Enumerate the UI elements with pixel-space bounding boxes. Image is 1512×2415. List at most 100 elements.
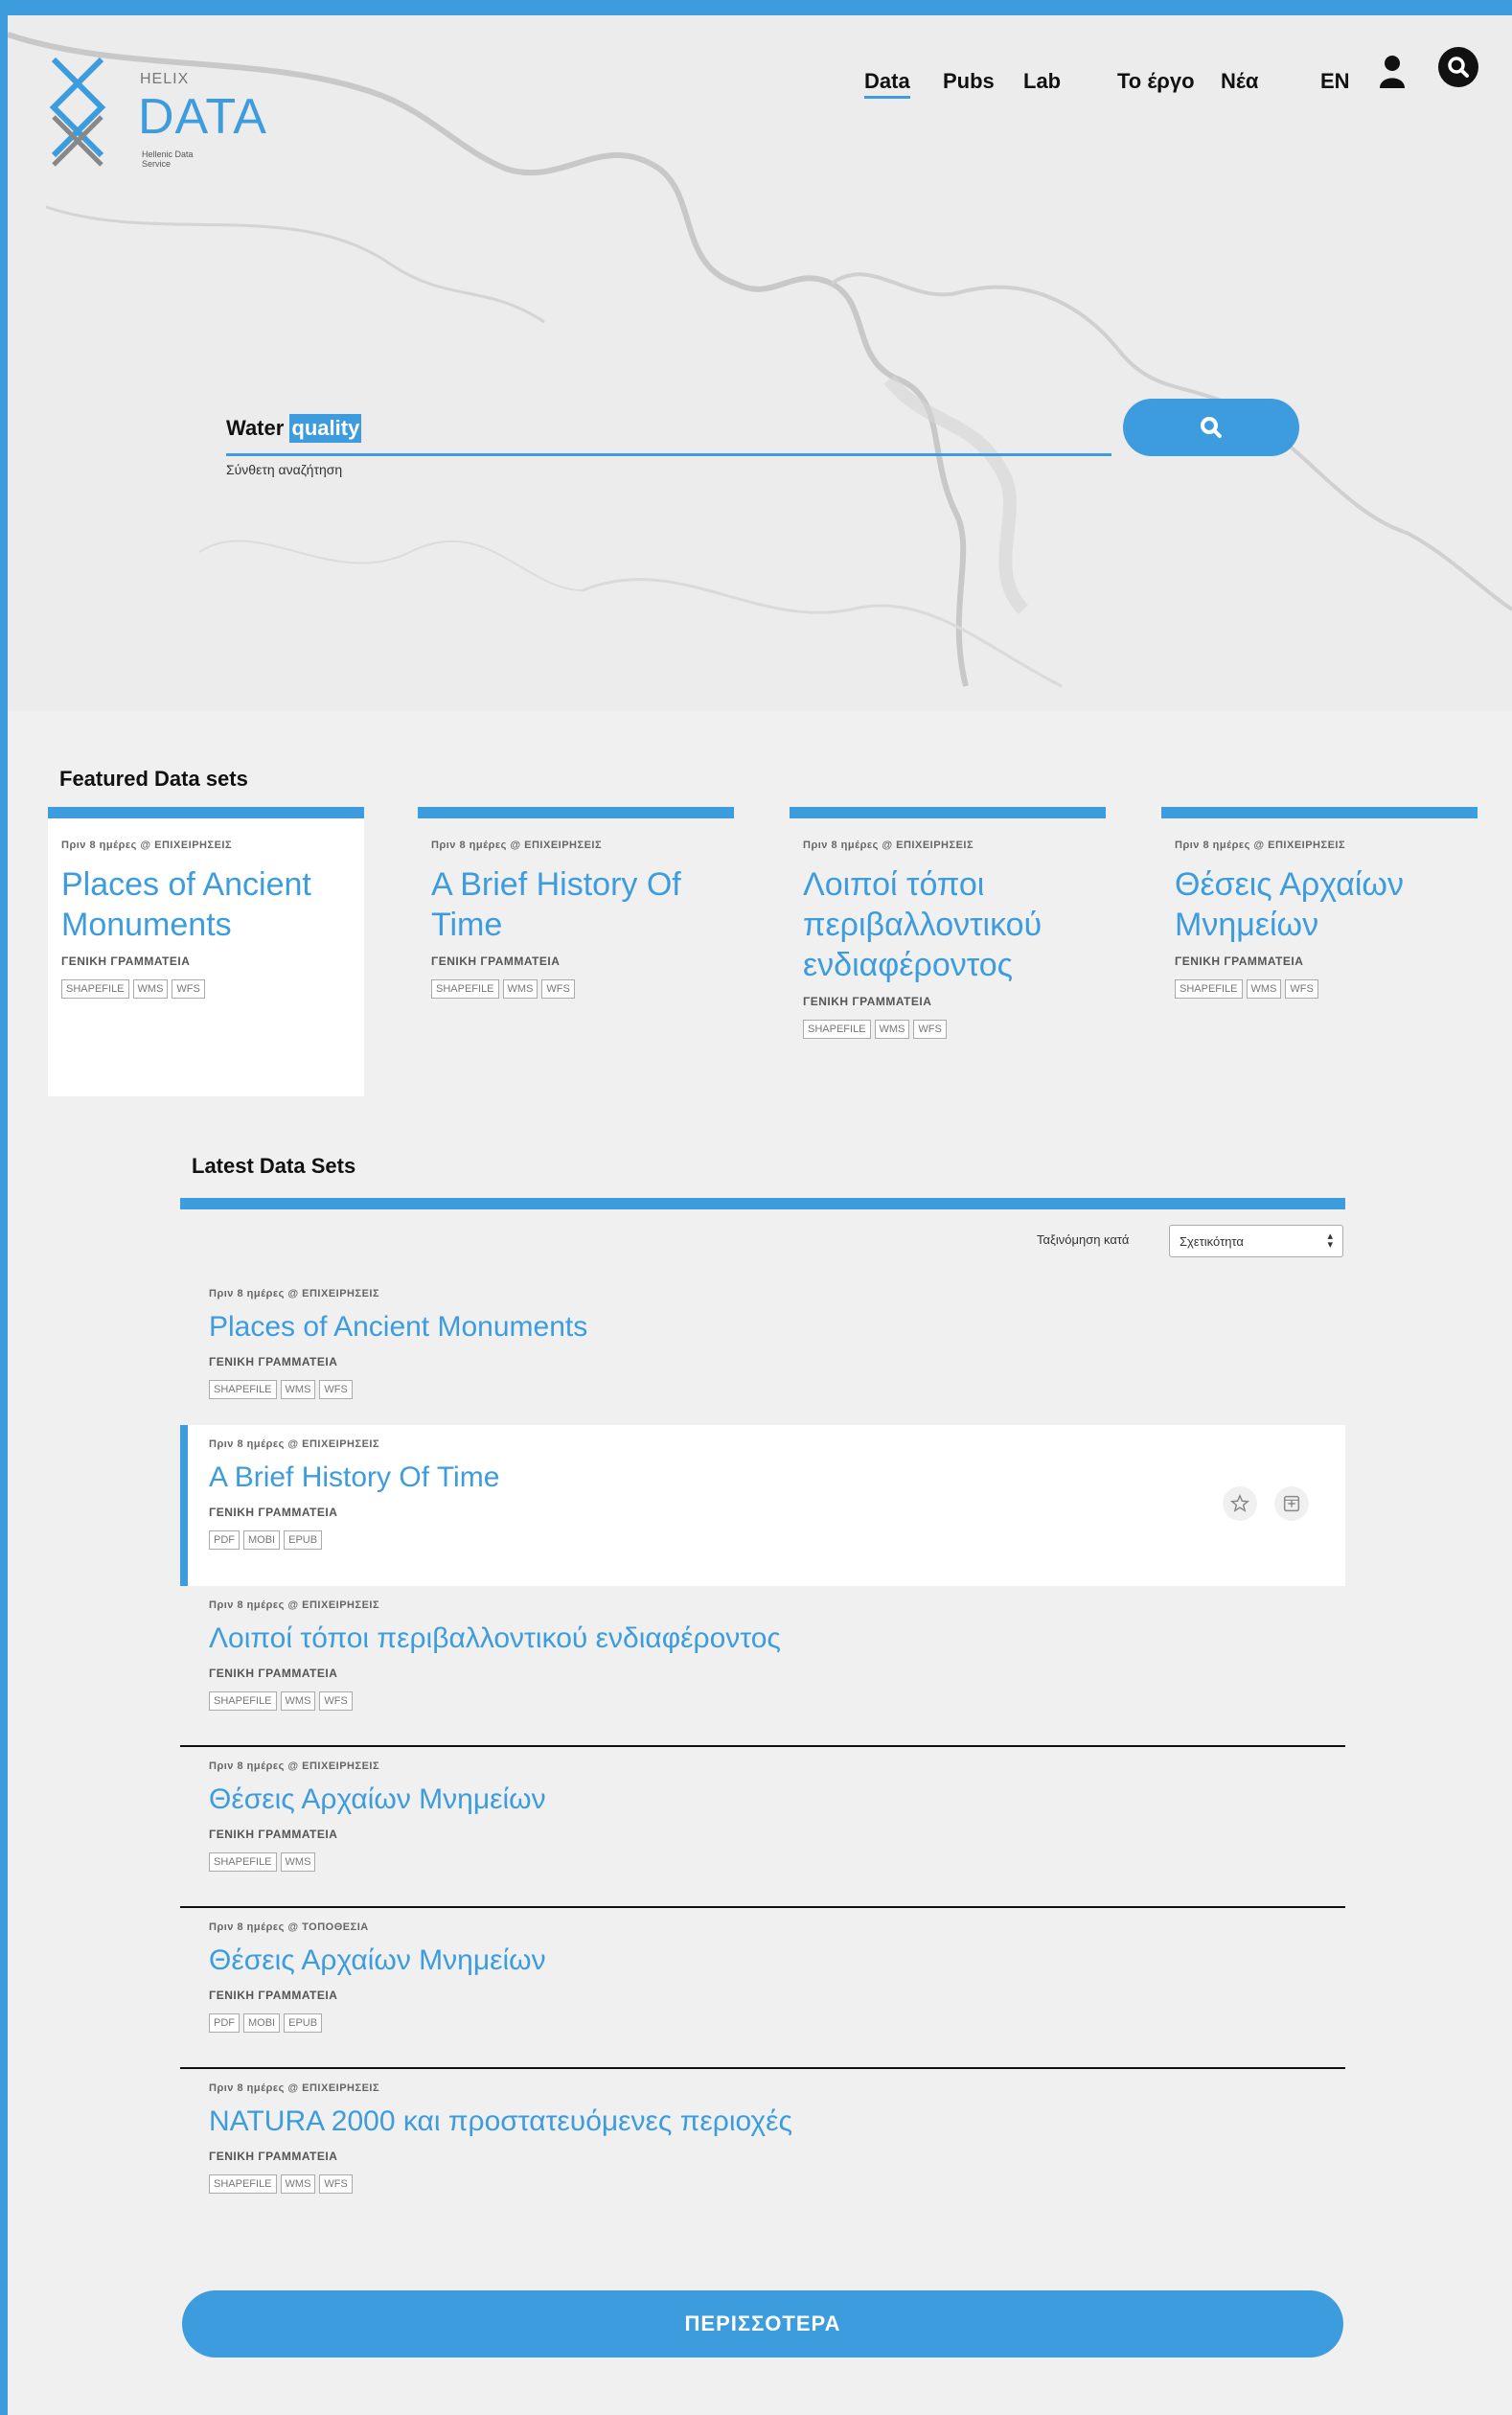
sort-label: Ταξινόμηση κατά <box>1037 1232 1130 1247</box>
format-tag: PDF <box>209 1530 240 1550</box>
nav-pubs[interactable]: Pubs <box>943 69 995 94</box>
more-button[interactable]: ΠΕΡΙΣΣΟΤΕΡΑ <box>182 2290 1343 2358</box>
card-org: ΓΕΝΙΚΗ ΓΡΑΜΜΑΤΕΙΑ <box>803 995 932 1008</box>
dataset-row[interactable]: Πριν 8 ημέρες @ ΤΟΠΟΘΕΣΙΑ Θέσεις Αρχαίων… <box>180 1908 1345 2069</box>
hero-map-banner: HELIX DATA Hellenic Data Service Data Pu… <box>8 15 1512 711</box>
card-meta: Πριν 8 ημέρες @ ΕΠΙΧΕΙΡΗΣΕΙΣ <box>431 840 603 851</box>
row-meta: Πριν 8 ημέρες @ ΕΠΙΧΕΙΡΗΣΕΙΣ <box>209 1599 380 1611</box>
card-org: ΓΕΝΙΚΗ ΓΡΑΜΜΑΤΕΙΑ <box>1175 954 1304 968</box>
row-title[interactable]: Θέσεις Αρχαίων Μνημείων <box>209 1783 546 1816</box>
row-meta: Πριν 8 ημέρες @ ΕΠΙΧΕΙΡΗΣΕΙΣ <box>209 1438 380 1450</box>
helix-logo-icon <box>49 57 106 167</box>
dataset-row-highlighted[interactable]: Πριν 8 ημέρες @ ΕΠΙΧΕΙΡΗΣΕΙΣ A Brief His… <box>180 1425 1345 1586</box>
format-tag: SHAPEFILE <box>1175 979 1243 999</box>
search-query-text: Water <box>226 415 290 440</box>
nav-data[interactable]: Data <box>864 69 910 99</box>
row-org: ΓΕΝΙΚΗ ΓΡΑΜΜΑΤΕΙΑ <box>209 1989 338 2002</box>
format-tag: WMS <box>874 1020 910 1039</box>
card-title[interactable]: Places of Ancient Monuments <box>61 864 351 945</box>
card-meta: Πριν 8 ημέρες @ ΕΠΙΧΕΙΡΗΣΕΙΣ <box>803 840 974 851</box>
format-tag: EPUB <box>284 1530 323 1550</box>
featured-card[interactable]: Πριν 8 ημέρες @ ΕΠΙΧΕΙΡΗΣΕΙΣ Θέσεις Αρχα… <box>1161 807 1478 1012</box>
search-query-selected: quality <box>289 413 362 443</box>
format-tag: SHAPEFILE <box>209 1852 277 1872</box>
row-title[interactable]: Λοιποί τόποι περιβαλλοντικού ενδιαφέροντ… <box>209 1622 781 1655</box>
nav-language[interactable]: EN <box>1320 69 1350 94</box>
format-tag: WMS <box>280 1852 316 1872</box>
row-title[interactable]: NATURA 2000 και προστατευόμενες περιοχές <box>209 2105 792 2138</box>
nav-lab[interactable]: Lab <box>1023 69 1061 94</box>
card-meta: Πριν 8 ημέρες @ ΕΠΙΧΕΙΡΗΣΕΙΣ <box>61 840 233 851</box>
format-tag: WMS <box>280 2174 316 2194</box>
featured-card[interactable]: Πριν 8 ημέρες @ ΕΠΙΧΕΙΡΗΣΕΙΣ A Brief His… <box>418 807 734 1012</box>
format-tag: WFS <box>172 979 205 999</box>
dataset-row[interactable]: Πριν 8 ημέρες @ ΕΠΙΧΕΙΡΗΣΕΙΣ Λοιποί τόπο… <box>180 1586 1345 1747</box>
format-tag: WMS <box>132 979 169 999</box>
dataset-row[interactable]: Πριν 8 ημέρες @ ΕΠΙΧΕΙΡΗΣΕΙΣ NATURA 2000… <box>180 2069 1345 2230</box>
format-tag: SHAPEFILE <box>209 1691 277 1711</box>
format-tag: EPUB <box>284 2013 323 2033</box>
row-title[interactable]: A Brief History Of Time <box>209 1461 499 1494</box>
format-tag: WFS <box>1285 979 1318 999</box>
helix-data-logo[interactable]: HELIX DATA Hellenic Data Service <box>44 50 293 194</box>
sort-select-value: Σχετικότητα <box>1180 1233 1244 1249</box>
search-button-icon <box>1201 417 1222 438</box>
format-tag: WMS <box>280 1691 316 1711</box>
format-tag: SHAPEFILE <box>803 1020 871 1039</box>
latest-title: Latest Data Sets <box>192 1154 356 1178</box>
advanced-search-link[interactable]: Σύνθετη αναζήτηση <box>226 462 342 477</box>
card-title[interactable]: Λοιποί τόποι περιβαλλοντικού ενδιαφέροντ… <box>803 864 1092 985</box>
format-tag: SHAPEFILE <box>61 979 129 999</box>
logo-tagline: Hellenic Data Service <box>142 150 194 169</box>
card-title[interactable]: Θέσεις Αρχαίων Μνημείων <box>1175 864 1464 945</box>
format-tag: MOBI <box>243 1530 281 1550</box>
format-tag: WFS <box>319 1691 353 1711</box>
format-tag: SHAPEFILE <box>431 979 499 999</box>
logo-brand-small: HELIX <box>140 71 190 87</box>
card-accent-bar <box>48 807 364 818</box>
latest-accent-bar <box>180 1198 1345 1209</box>
search-icon[interactable] <box>1437 46 1479 88</box>
dataset-row[interactable]: Πριν 8 ημέρες @ ΕΠΙΧΕΙΡΗΣΕΙΣ Places of A… <box>180 1275 1345 1436</box>
card-accent-bar <box>790 807 1106 818</box>
featured-card[interactable]: Πριν 8 ημέρες @ ΕΠΙΧΕΙΡΗΣΕΙΣ Λοιποί τόπο… <box>790 807 1106 1052</box>
sort-select[interactable]: Σχετικότητα ▴ ▾ <box>1169 1225 1343 1257</box>
top-frame-bar <box>0 0 1512 15</box>
nav-project[interactable]: Το έργο <box>1117 69 1195 94</box>
featured-title: Featured Data sets <box>59 767 248 791</box>
format-tag: WFS <box>319 1380 353 1399</box>
row-org: ΓΕΝΙΚΗ ΓΡΑΜΜΑΤΕΙΑ <box>209 2150 338 2163</box>
left-frame-bar <box>0 0 8 2415</box>
user-icon[interactable] <box>1378 54 1407 90</box>
search-input[interactable]: Water quality <box>226 402 1111 456</box>
row-org: ΓΕΝΙΚΗ ΓΡΑΜΜΑΤΕΙΑ <box>209 1828 338 1841</box>
format-tag: SHAPEFILE <box>209 2174 277 2194</box>
card-accent-bar <box>418 807 734 818</box>
format-tag: PDF <box>209 2013 240 2033</box>
card-title[interactable]: A Brief History Of Time <box>431 864 721 945</box>
card-org: ΓΕΝΙΚΗ ΓΡΑΜΜΑΤΕΙΑ <box>431 954 561 968</box>
row-meta: Πριν 8 ημέρες @ ΕΠΙΧΕΙΡΗΣΕΙΣ <box>209 1288 380 1300</box>
format-tag: WFS <box>913 1020 947 1039</box>
select-arrows-icon: ▴ ▾ <box>1327 1230 1333 1251</box>
search-button[interactable] <box>1123 399 1299 456</box>
dataset-row[interactable]: Πριν 8 ημέρες @ ΕΠΙΧΕΙΡΗΣΕΙΣ Θέσεις Αρχα… <box>180 1747 1345 1908</box>
card-org: ΓΕΝΙΚΗ ΓΡΑΜΜΑΤΕΙΑ <box>61 954 191 968</box>
row-title[interactable]: Places of Ancient Monuments <box>209 1311 587 1344</box>
row-org: ΓΕΝΙΚΗ ΓΡΑΜΜΑΤΕΙΑ <box>209 1355 338 1368</box>
star-icon[interactable] <box>1223 1486 1257 1521</box>
featured-card[interactable]: Πριν 8 ημέρες @ ΕΠΙΧΕΙΡΗΣΕΙΣ Places of A… <box>48 807 364 1096</box>
format-tag: WFS <box>319 2174 353 2194</box>
card-accent-bar <box>1161 807 1478 818</box>
format-tag: MOBI <box>243 2013 281 2033</box>
format-tag: WMS <box>1246 979 1282 999</box>
format-tag: WMS <box>280 1380 316 1399</box>
format-tag: WFS <box>541 979 575 999</box>
row-meta: Πριν 8 ημέρες @ ΤΟΠΟΘΕΣΙΑ <box>209 1921 369 1933</box>
add-icon[interactable] <box>1274 1486 1309 1521</box>
card-meta: Πριν 8 ημέρες @ ΕΠΙΧΕΙΡΗΣΕΙΣ <box>1175 840 1346 851</box>
row-title[interactable]: Θέσεις Αρχαίων Μνημείων <box>209 1944 546 1977</box>
format-tag: WMS <box>502 979 538 999</box>
row-org: ΓΕΝΙΚΗ ΓΡΑΜΜΑΤΕΙΑ <box>209 1506 338 1519</box>
nav-news[interactable]: Νέα <box>1221 69 1258 94</box>
